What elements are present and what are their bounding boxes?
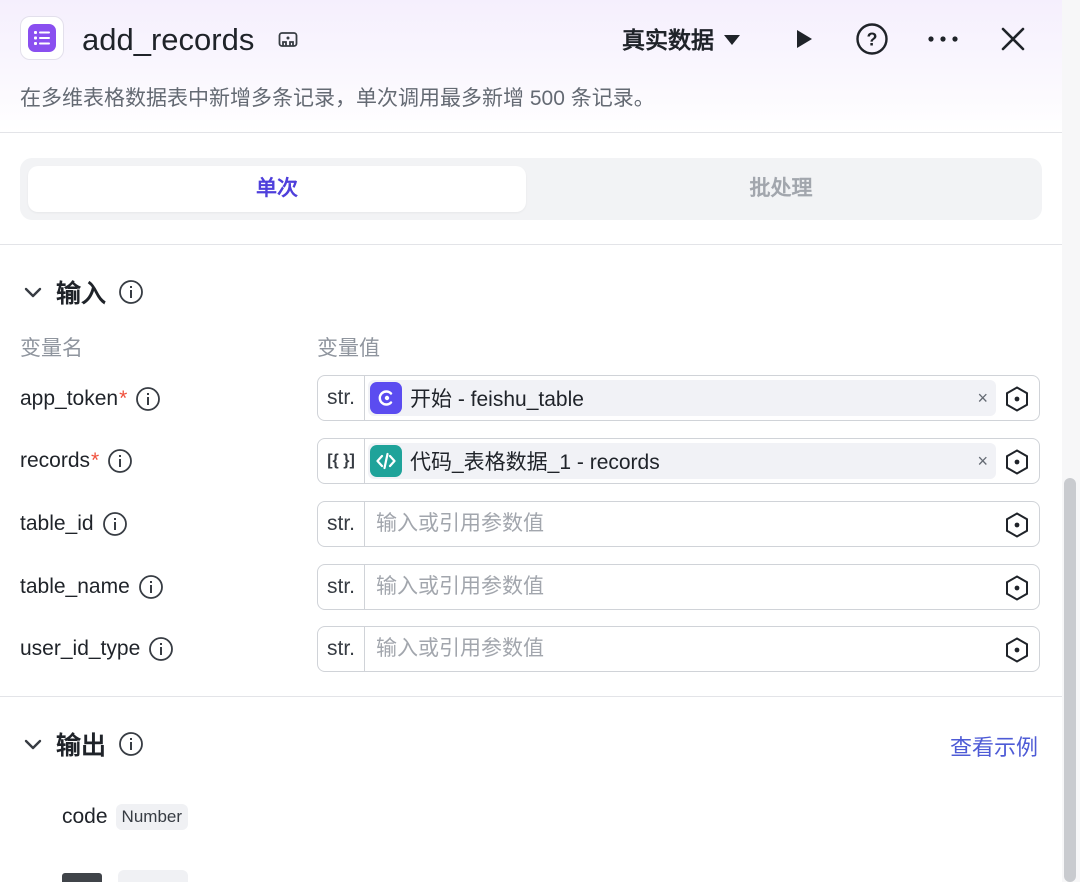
run-button[interactable] [786, 22, 820, 56]
divider [0, 244, 1062, 245]
reference-text: 开始 - feishu_table [410, 388, 584, 411]
info-icon[interactable] [148, 636, 174, 662]
param-field-user-id-type[interactable]: str. 输入或引用参数值 [317, 626, 1040, 672]
chevron-down-icon [24, 739, 42, 750]
input-section-header[interactable]: 输入 [22, 274, 144, 310]
dataset-select[interactable]: 真实数据 [622, 24, 740, 56]
required-mark: * [119, 387, 128, 410]
view-example-link[interactable]: 查看示例 [950, 730, 1038, 762]
variable-icon [1006, 449, 1028, 475]
param-name: table_id [20, 512, 94, 535]
close-icon [1001, 27, 1025, 51]
output-section-title: 输出 [56, 732, 107, 760]
param-label-table-id: table_id [20, 509, 128, 539]
variable-picker-button[interactable] [1003, 636, 1031, 664]
more-button[interactable] [926, 22, 960, 56]
info-icon[interactable] [107, 448, 133, 474]
node-title: add_records [82, 22, 255, 57]
variable-picker-button[interactable] [1003, 448, 1031, 476]
reference-chip[interactable]: 代码_表格数据_1 - records × [368, 443, 996, 479]
info-icon[interactable] [138, 574, 164, 600]
param-field-table-name[interactable]: str. 输入或引用参数值 [317, 564, 1040, 610]
param-name: app_token [20, 387, 119, 410]
help-icon: ? [856, 23, 888, 55]
node-description: 在多维表格数据表中新增多条记录，单次调用最多新增 500 条记录。 [20, 87, 655, 110]
column-label-value: 变量值 [317, 337, 380, 360]
param-field-app-token[interactable]: str. 开始 - feishu_table × [317, 375, 1040, 421]
help-button[interactable]: ? [855, 22, 889, 56]
reference-text: 代码_表格数据_1 - records [410, 451, 660, 474]
param-name: table_name [20, 575, 130, 598]
param-label-table-name: table_name [20, 572, 164, 602]
param-name: records [20, 449, 91, 472]
info-icon[interactable] [118, 731, 144, 757]
node-config-panel: add_records 真实数据 ? 在多维表格数据表中新增多条记录，单次调用最… [0, 0, 1062, 882]
type-tag: str. [318, 627, 365, 671]
type-tag: str. [318, 502, 365, 546]
close-button[interactable] [996, 22, 1030, 56]
clear-reference-icon[interactable]: × [977, 449, 988, 473]
output-field-partial [62, 870, 188, 882]
type-tag: [{ }] [318, 439, 365, 483]
output-field-code: code Number [62, 804, 189, 830]
chevron-down-icon [724, 35, 740, 45]
type-badge: Number [115, 804, 189, 830]
param-input-placeholder[interactable]: 输入或引用参数值 [376, 627, 544, 671]
required-mark: * [91, 449, 100, 472]
divider [0, 696, 1062, 697]
edit-title-icon[interactable] [276, 28, 300, 52]
variable-icon [1006, 512, 1028, 538]
chevron-down-icon [24, 287, 42, 298]
info-icon[interactable] [118, 279, 144, 305]
more-icon [928, 36, 958, 42]
column-label-name: 变量名 [20, 337, 83, 360]
reference-chip[interactable]: 开始 - feishu_table × [368, 380, 996, 416]
param-field-table-id[interactable]: str. 输入或引用参数值 [317, 501, 1040, 547]
svg-text:?: ? [867, 30, 878, 50]
start-node-icon [370, 382, 402, 414]
variable-picker-button[interactable] [1003, 385, 1031, 413]
input-section-title: 输入 [56, 280, 107, 308]
play-icon [797, 30, 812, 48]
mode-tabs: 单次 批处理 [20, 158, 1042, 220]
variable-icon [1006, 386, 1028, 412]
type-badge [118, 870, 188, 882]
param-input-placeholder[interactable]: 输入或引用参数值 [376, 502, 544, 546]
info-icon[interactable] [102, 511, 128, 537]
dataset-select-label: 真实数据 [622, 27, 714, 53]
info-icon[interactable] [135, 386, 161, 412]
param-name: user_id_type [20, 637, 141, 660]
variable-icon [1006, 575, 1028, 601]
variable-picker-button[interactable] [1003, 574, 1031, 602]
tab-single[interactable]: 单次 [28, 166, 526, 212]
variable-icon [1006, 637, 1028, 663]
param-label-user-id-type: user_id_type [20, 634, 174, 664]
code-node-icon [370, 445, 402, 477]
output-section-header[interactable]: 输出 [22, 726, 144, 762]
param-field-records[interactable]: [{ }] 代码_表格数据_1 - records × [317, 438, 1040, 484]
clear-reference-icon[interactable]: × [977, 386, 988, 410]
param-label-records: records * [20, 446, 133, 476]
param-label-app-token: app_token * [20, 384, 161, 414]
truncated-text [62, 873, 102, 882]
tab-batch[interactable]: 批处理 [528, 166, 1034, 212]
output-field-name: code [62, 805, 108, 828]
type-tag: str. [318, 565, 365, 609]
scrollbar-thumb[interactable] [1064, 478, 1076, 882]
type-tag: str. [318, 376, 365, 420]
panel-header: add_records 真实数据 ? 在多维表格数据表中新增多条记录，单次调用最… [0, 0, 1062, 133]
list-icon [28, 24, 56, 52]
param-input-placeholder[interactable]: 输入或引用参数值 [376, 565, 544, 609]
app-icon [20, 16, 64, 60]
variable-picker-button[interactable] [1003, 511, 1031, 539]
